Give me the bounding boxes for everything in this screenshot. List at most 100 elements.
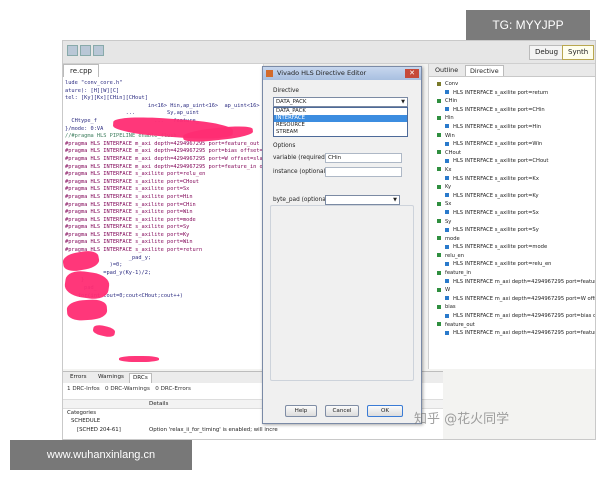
tree-item-label: Kx (445, 166, 452, 173)
tree-item[interactable]: CHin (437, 97, 595, 106)
tree-item[interactable]: relu_en (437, 252, 595, 261)
code-line: in<16> Hin,ap_uint<16> ap_uint<16> (65, 102, 263, 109)
tree-item[interactable]: Ky (437, 183, 595, 192)
tree-item[interactable]: HLS INTERFACE m_axi depth=4294967295 por… (437, 312, 595, 321)
tab-warnings[interactable]: Warnings (95, 373, 127, 382)
options-group (270, 205, 414, 381)
tree-item[interactable]: HLS INTERFACE s_axilite port=Ky (437, 192, 595, 201)
bytepad-select[interactable]: ▼ (325, 195, 400, 205)
toolbar-icon-group[interactable] (67, 45, 106, 56)
code-line: #pragma HLS INTERFACE m_axi depth=429496… (65, 148, 279, 155)
code-line: tel: [Ky][Kx][CHin][CHout] (65, 95, 148, 102)
dialog-title: Vivado HLS Directive Editor (277, 69, 367, 77)
tree-item[interactable]: HLS INTERFACE s_axilite port=CHin (437, 106, 595, 115)
tree-item[interactable]: Sy (437, 218, 595, 227)
tab-outline[interactable]: Outline (431, 65, 462, 75)
code-lines: lude "conv_core.h" ature): [H][W][C] tel: … (65, 80, 282, 300)
tree-item[interactable]: HLS INTERFACE s_axilite port=mode (437, 243, 595, 252)
directive-panel: Outline Directive Conv HLS INTERFACE s_a… (428, 64, 595, 369)
tree-item[interactable]: HLS INTERFACE s_axilite port=Kx (437, 175, 595, 184)
tree-item[interactable]: Sx (437, 200, 595, 209)
dropdown-option[interactable]: RESOURCE (274, 122, 407, 129)
tree-item[interactable]: HLS INTERFACE s_axilite port=CHout (437, 157, 595, 166)
code-line: #pragma HLS INTERFACE m_axi depth=429496… (65, 155, 270, 162)
dropdown-option[interactable]: DATA_PACK (274, 108, 407, 115)
tree-items: HLS INTERFACE s_axilite port=return CHin H… (437, 89, 595, 338)
variable-icon (437, 115, 441, 120)
tree-item-label: W (445, 287, 451, 294)
tab-directive[interactable]: Directive (465, 65, 504, 76)
dialog-titlebar[interactable]: Vivado HLS Directive Editor ✕ (263, 67, 421, 80)
directive-tree: Conv HLS INTERFACE s_axilite port=return… (437, 80, 595, 338)
instance-input[interactable] (325, 167, 402, 177)
tree-item-label: HLS INTERFACE m_axi depth=4294967295 por… (453, 295, 595, 302)
tree-item[interactable]: feature_out (437, 321, 595, 330)
ok-button[interactable]: OK (367, 405, 403, 417)
directive-icon (445, 141, 449, 146)
tree-item[interactable]: HLS INTERFACE s_axilite port=Win (437, 140, 595, 149)
tree-item[interactable]: W (437, 286, 595, 295)
tree-item-label: HLS INTERFACE m_axi depth=4294967295 por… (453, 330, 595, 337)
tree-item[interactable]: feature_in (437, 269, 595, 278)
directive-icon (445, 244, 449, 249)
tab-errors[interactable]: Errors (67, 373, 90, 382)
variable-label: variable (required): (273, 155, 329, 161)
dropdown-option[interactable]: STREAM (274, 129, 407, 136)
tree-item[interactable]: Win (437, 132, 595, 141)
code-line: #pragma HLS INTERFACE s_axilite port=mod… (65, 216, 196, 223)
dropdown-option[interactable]: INTERFACE (274, 115, 407, 122)
variable-input[interactable]: CHin (325, 153, 402, 163)
toolbar: Debug Synth (63, 41, 595, 64)
tree-item-label: HLS INTERFACE s_axilite port=return (453, 89, 549, 96)
row-sched-id[interactable]: [SCHED 204-61] (77, 426, 121, 434)
tree-item[interactable]: mode (437, 235, 595, 244)
tree-item[interactable]: HLS INTERFACE s_axilite port=Sy (437, 226, 595, 235)
tree-item[interactable]: HLS INTERFACE m_axi depth=4294967295 por… (437, 329, 595, 338)
tree-item[interactable]: HLS INTERFACE s_axilite port=Sx (437, 209, 595, 218)
tree-item[interactable]: Kx (437, 166, 595, 175)
perspective-synthesis[interactable]: Synth (562, 45, 595, 60)
app-icon (266, 70, 273, 77)
close-icon[interactable]: ✕ (405, 69, 419, 78)
tree-item[interactable]: HLS INTERFACE m_axi depth=4294967295 por… (437, 295, 595, 304)
code-line: ature): [H][W][C] (65, 87, 120, 94)
directive-editor-dialog: Vivado HLS Directive Editor ✕ Directive … (262, 66, 422, 424)
tree-item[interactable]: HLS INTERFACE s_axilite port=relu_en (437, 260, 595, 269)
variable-icon (437, 304, 441, 309)
filter-errors[interactable]: 0 DRC-Errors (155, 386, 191, 392)
column-details[interactable]: Details (149, 400, 168, 408)
tool-icon (67, 45, 78, 56)
help-button[interactable]: Help (285, 405, 317, 417)
filter-warnings[interactable]: 0 DRC-Warnings (105, 386, 150, 392)
tree-item[interactable]: HLS INTERFACE s_axilite port=return (437, 89, 595, 98)
tree-item[interactable]: Hin (437, 114, 595, 123)
variable-icon (437, 270, 441, 275)
tree-root[interactable]: Conv (437, 80, 595, 89)
row-categories[interactable]: Categories (67, 409, 96, 417)
directive-icon (445, 90, 449, 95)
redaction-scribble (92, 323, 116, 339)
code-editor[interactable]: re.cpp lude "conv_core.h" ature): [H][W][… (63, 64, 282, 369)
row-schedule[interactable]: SCHEDULE (71, 417, 100, 425)
tree-item-label: HLS INTERFACE s_axilite port=CHout (453, 158, 549, 165)
tree-item[interactable]: bias (437, 303, 595, 312)
variable-icon (437, 219, 441, 223)
cancel-button[interactable]: Cancel (325, 405, 359, 417)
telegram-badge: TG: MYYJPP (466, 10, 590, 40)
directive-icon (445, 227, 449, 232)
zhihu-watermark: 知乎 @花火同学 (414, 412, 510, 427)
perspective-debug[interactable]: Debug (529, 45, 565, 60)
tree-item-label: feature_out (445, 321, 475, 328)
filter-infos[interactable]: 1 DRC-Infos (67, 386, 100, 392)
chevron-down-icon: ▼ (393, 197, 397, 203)
bytepad-label: byte_pad (optional): (273, 197, 332, 203)
instance-label: instance (optional): (273, 169, 330, 175)
tree-item[interactable]: CHout (437, 149, 595, 158)
row-sched-detail: Option 'relax_ii_for_timing' is enabled;… (149, 427, 278, 433)
tree-item[interactable]: HLS INTERFACE m_axi depth=4294967295 por… (437, 278, 595, 287)
directive-select[interactable]: DATA_PACK ▼ (273, 97, 408, 107)
outline-tabs: Outline Directive (429, 64, 595, 77)
tree-item[interactable]: HLS INTERFACE s_axilite port=Hin (437, 123, 595, 132)
tab-drcs[interactable]: DRCs (129, 373, 152, 383)
editor-tab[interactable]: re.cpp (63, 64, 99, 77)
